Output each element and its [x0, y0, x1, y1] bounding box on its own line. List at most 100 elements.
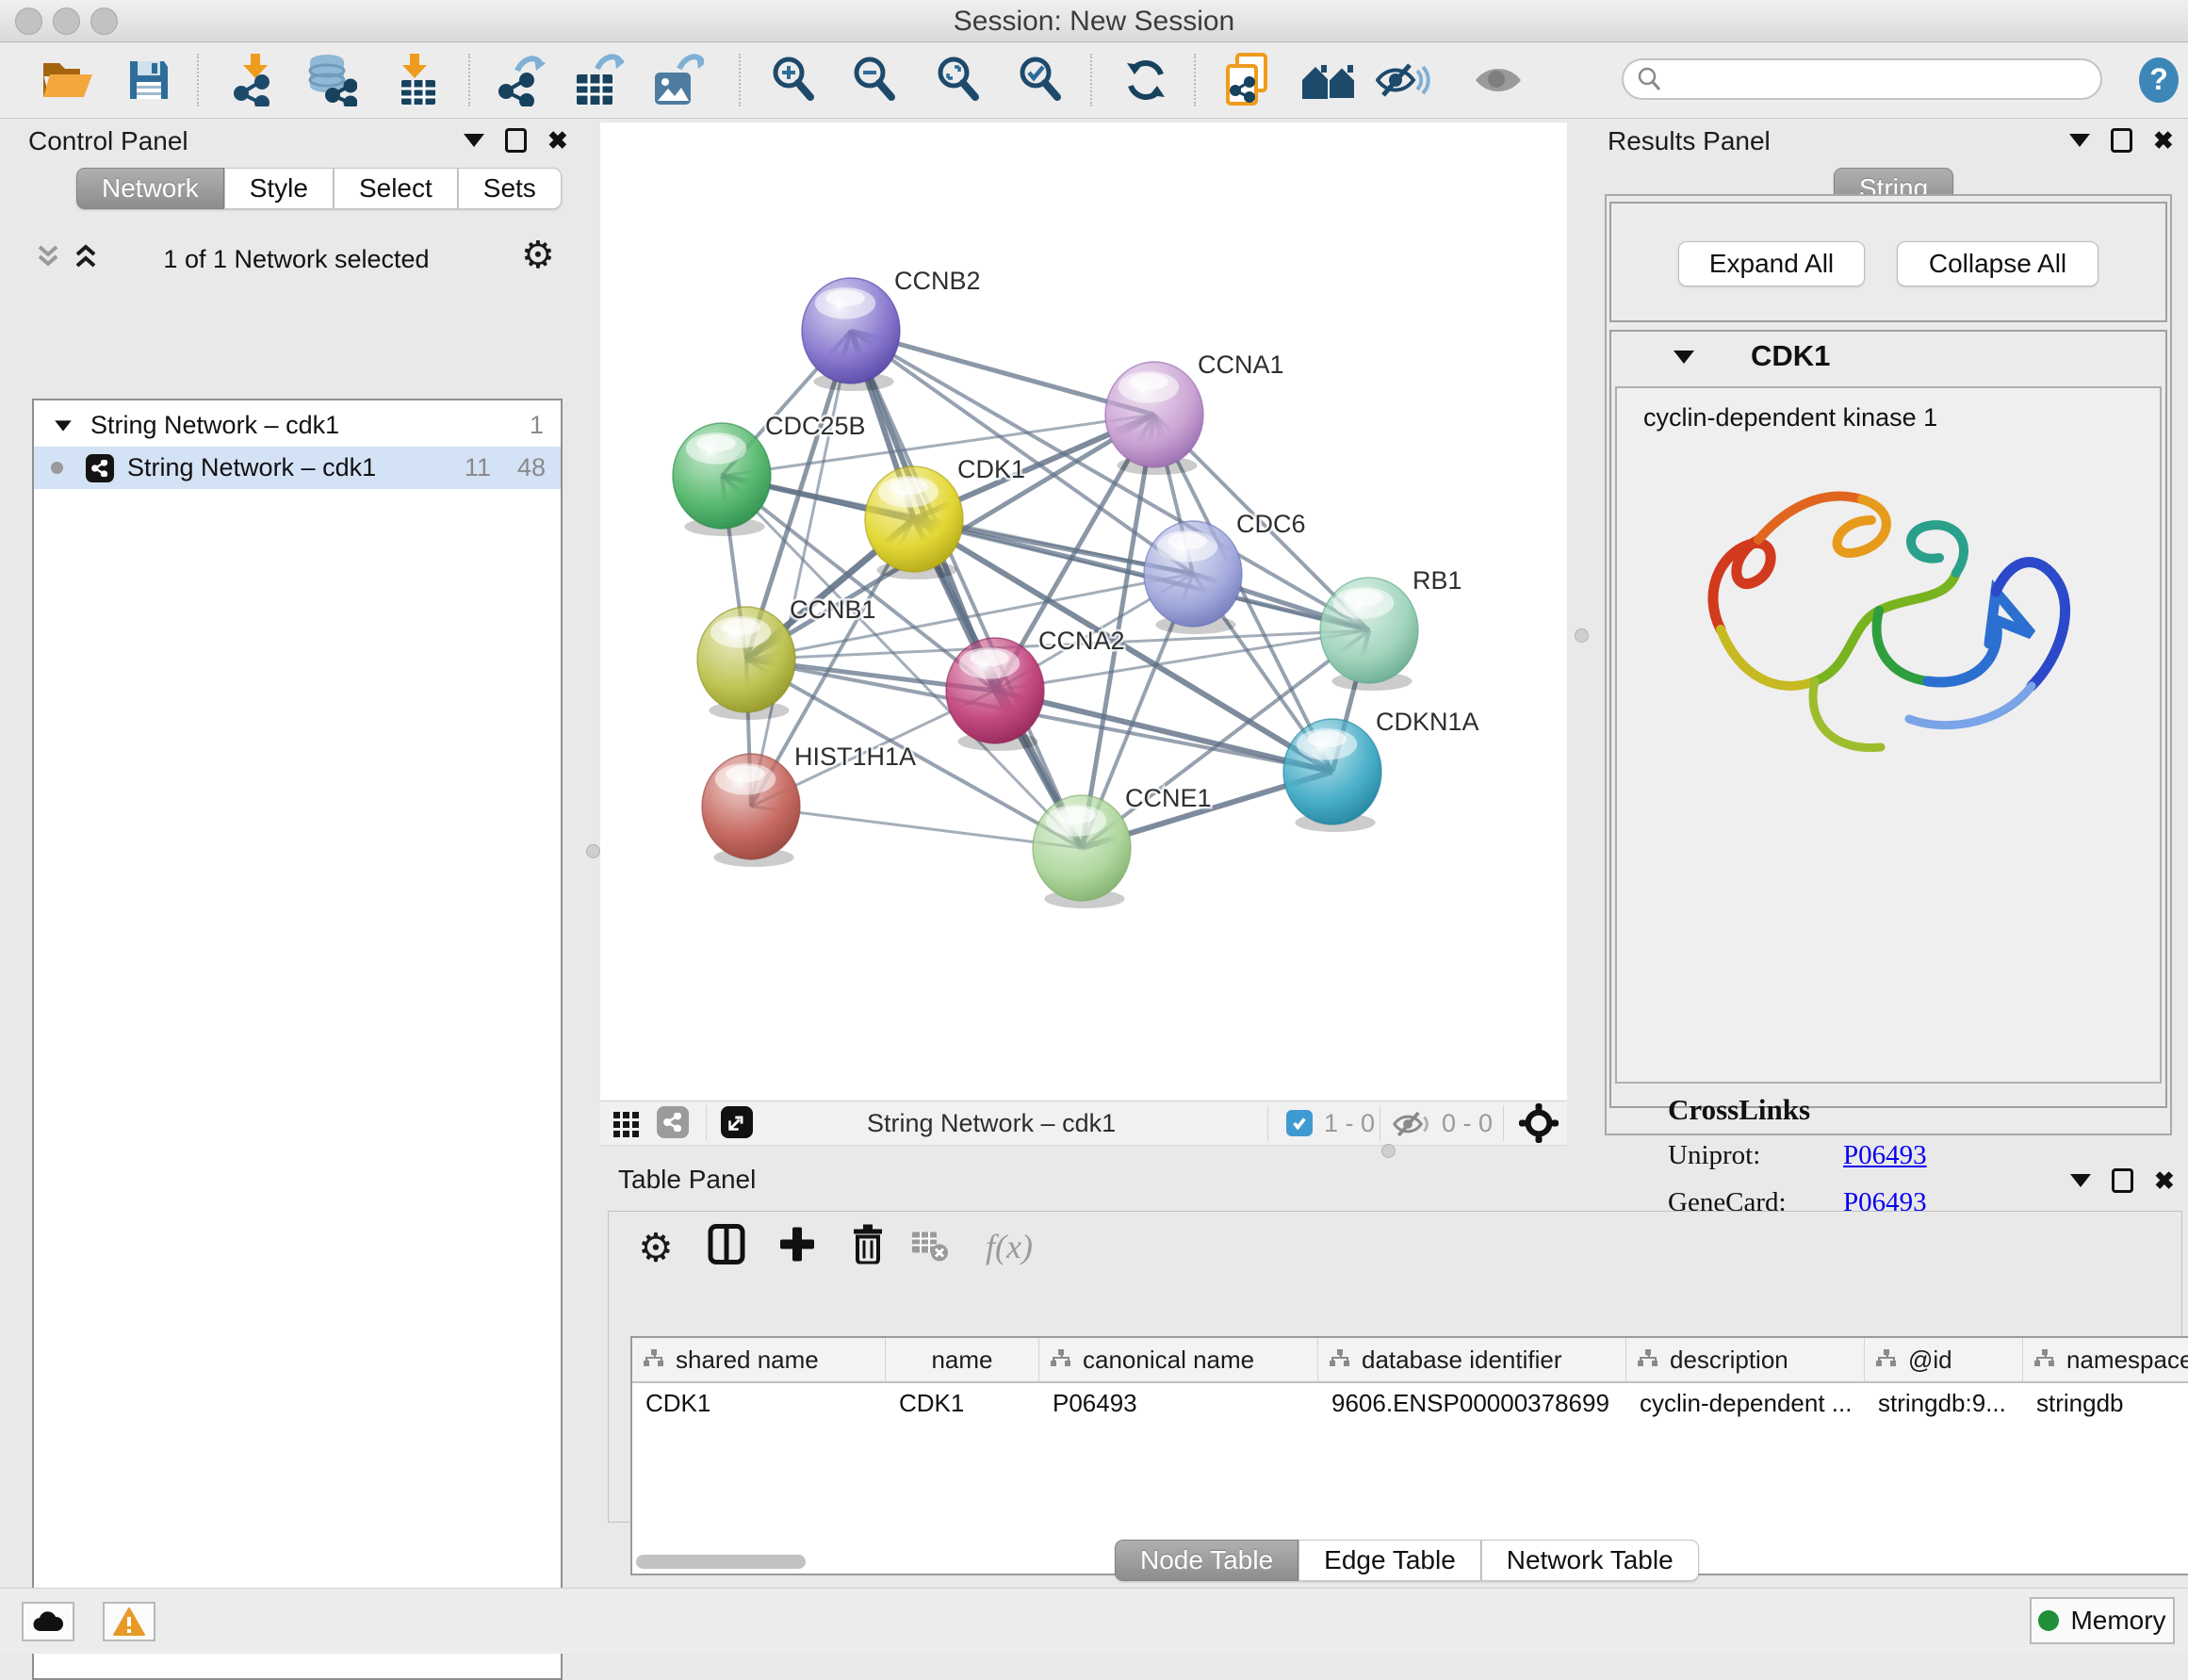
protein-collapse-icon[interactable] — [1674, 351, 1694, 364]
network-node-CDC6[interactable]: CDC6 — [1144, 510, 1306, 634]
column-header-canonical-name[interactable]: canonical name — [1039, 1338, 1318, 1381]
zoom-out-icon[interactable] — [851, 56, 898, 105]
fit-selected-target-icon[interactable] — [1519, 1103, 1559, 1143]
grid-view-icon[interactable] — [613, 1112, 639, 1137]
hide-selected-icon[interactable] — [1376, 59, 1430, 101]
search-icon — [1637, 67, 1661, 91]
search-field[interactable] — [1622, 58, 2102, 100]
export-table-icon[interactable] — [573, 54, 624, 106]
panel-float-icon[interactable] — [2111, 128, 2132, 153]
panel-menu-icon[interactable] — [2069, 134, 2090, 147]
function-builder-icon[interactable]: f(x) — [986, 1227, 1033, 1266]
memory-button[interactable]: Memory — [2030, 1597, 2175, 1644]
expand-all-button[interactable]: Expand All — [1678, 241, 1865, 286]
delete-table-icon[interactable] — [910, 1229, 948, 1267]
zoom-selected-icon[interactable] — [1017, 56, 1064, 105]
protein-description: cyclin-dependent kinase 1 — [1643, 403, 1937, 432]
status-bar: Memory — [0, 1588, 2188, 1654]
export-image-icon[interactable] — [651, 54, 704, 106]
tab-network[interactable]: Network — [76, 168, 224, 209]
tab-edge-table[interactable]: Edge Table — [1298, 1540, 1481, 1581]
network-node-CCNB2[interactable]: CCNB2 — [802, 267, 981, 391]
column-header-namespace[interactable]: namespace — [2023, 1338, 2188, 1381]
protein-structure-image — [1664, 441, 2098, 799]
network-collection-row[interactable]: String Network – cdk1 1 — [34, 404, 561, 447]
network-edge-CCNB2-HIST1H1A[interactable] — [751, 331, 851, 807]
panel-menu-icon[interactable] — [2070, 1174, 2091, 1187]
protein-name: CDK1 — [1751, 339, 1830, 373]
panel-close-icon[interactable]: ✖ — [547, 128, 568, 153]
tab-node-table[interactable]: Node Table — [1115, 1540, 1298, 1581]
delete-column-icon[interactable] — [851, 1225, 885, 1269]
create-column-icon[interactable] — [778, 1226, 816, 1268]
tab-sets[interactable]: Sets — [458, 168, 562, 209]
bottom-splitter-handle[interactable] — [1381, 1144, 1396, 1158]
table-row[interactable]: CDK1CDK1P064939606.ENSP00000378699cyclin… — [632, 1383, 2188, 1423]
collection-expand-icon[interactable] — [55, 420, 72, 431]
memory-label: Memory — [2070, 1606, 2165, 1636]
open-session-icon[interactable] — [41, 57, 95, 103]
network-edge-HIST1H1A-CCNE1[interactable] — [751, 807, 1082, 848]
network-row-selected[interactable]: String Network – cdk1 11 48 — [34, 447, 561, 489]
table-options-gear-icon[interactable]: ⚙ — [638, 1225, 674, 1271]
network-node-CDKN1A[interactable]: CDKN1A — [1283, 708, 1479, 832]
network-node-CDC25B[interactable]: CDC25B — [673, 412, 866, 536]
first-neighbors-icon[interactable] — [1300, 59, 1357, 101]
column-type-icon — [1876, 1346, 1897, 1375]
search-input[interactable] — [1661, 64, 2070, 95]
network-share-icon[interactable] — [657, 1106, 689, 1138]
show-columns-icon[interactable] — [708, 1224, 745, 1270]
panel-close-icon[interactable]: ✖ — [2153, 128, 2174, 153]
collapse-all-button[interactable]: Collapse All — [1897, 241, 2098, 286]
results-panel-title: Results Panel — [1608, 126, 1771, 156]
export-network-icon[interactable] — [495, 54, 546, 106]
network-canvas[interactable]: CCNB2CCNA1CDC25BCDK1CDC6RB1CCNB1CCNA2CDK… — [600, 122, 1567, 1101]
help-icon[interactable]: ? — [2137, 57, 2180, 104]
table-tabs: Node TableEdge TableNetwork Table — [1115, 1540, 1699, 1581]
zoom-fit-icon[interactable] — [935, 56, 982, 105]
control-panel-tabs: NetworkStyleSelectSets — [76, 168, 562, 209]
node-label-HIST1H1A: HIST1H1A — [794, 742, 916, 771]
warning-status-button[interactable] — [103, 1602, 155, 1641]
node-label-CCNB2: CCNB2 — [894, 267, 981, 295]
left-splitter-handle[interactable] — [586, 844, 600, 858]
tab-select[interactable]: Select — [334, 168, 458, 209]
column-header--id[interactable]: @id — [1865, 1338, 2023, 1381]
network-options-gear-icon[interactable]: ⚙ — [521, 234, 555, 277]
network-node-RB1[interactable]: RB1 — [1320, 566, 1462, 691]
refresh-layout-icon[interactable] — [1123, 57, 1168, 103]
save-session-icon[interactable] — [126, 57, 171, 103]
tab-network-table[interactable]: Network Table — [1481, 1540, 1699, 1581]
duplicate-network-icon[interactable] — [1222, 53, 1271, 107]
open-in-window-icon[interactable] — [721, 1106, 753, 1138]
network-node-HIST1H1A[interactable]: HIST1H1A — [702, 742, 916, 867]
selected-nodes-checkbox[interactable] — [1286, 1110, 1313, 1136]
zoom-in-icon[interactable] — [770, 56, 817, 105]
network-node-CDK1[interactable]: CDK1 — [865, 455, 1025, 579]
column-header-description[interactable]: description — [1626, 1338, 1865, 1381]
column-header-label: namespace — [2066, 1346, 2188, 1375]
panel-float-icon[interactable] — [2112, 1168, 2133, 1193]
tab-style[interactable]: Style — [224, 168, 334, 209]
import-network-database-icon[interactable] — [306, 54, 357, 106]
right-splitter-handle[interactable] — [1575, 628, 1589, 643]
column-header-shared-name[interactable]: shared name — [632, 1338, 886, 1381]
network-node-CCNB1[interactable]: CCNB1 — [697, 595, 876, 720]
table-horizontal-scrollbar[interactable] — [636, 1555, 806, 1569]
show-all-icon[interactable] — [1474, 61, 1523, 99]
column-header-database-identifier[interactable]: database identifier — [1318, 1338, 1626, 1381]
import-network-icon[interactable] — [230, 54, 279, 106]
column-header-label: @id — [1908, 1346, 1952, 1375]
network-node-CCNE1[interactable]: CCNE1 — [1033, 784, 1212, 908]
cloud-status-button[interactable] — [22, 1602, 74, 1641]
node-label-CCNB1: CCNB1 — [790, 595, 876, 624]
column-header-name[interactable]: name — [886, 1338, 1039, 1381]
panel-close-icon[interactable]: ✖ — [2154, 1168, 2175, 1193]
network-tree: String Network – cdk1 1 String Network –… — [32, 399, 563, 1680]
import-table-icon[interactable] — [394, 54, 441, 106]
column-type-icon — [1638, 1346, 1658, 1375]
panel-menu-icon[interactable] — [464, 134, 484, 147]
network-edge-count: 48 — [517, 453, 546, 482]
panel-float-icon[interactable] — [505, 128, 527, 153]
title-bar: Session: New Session — [0, 0, 2188, 42]
